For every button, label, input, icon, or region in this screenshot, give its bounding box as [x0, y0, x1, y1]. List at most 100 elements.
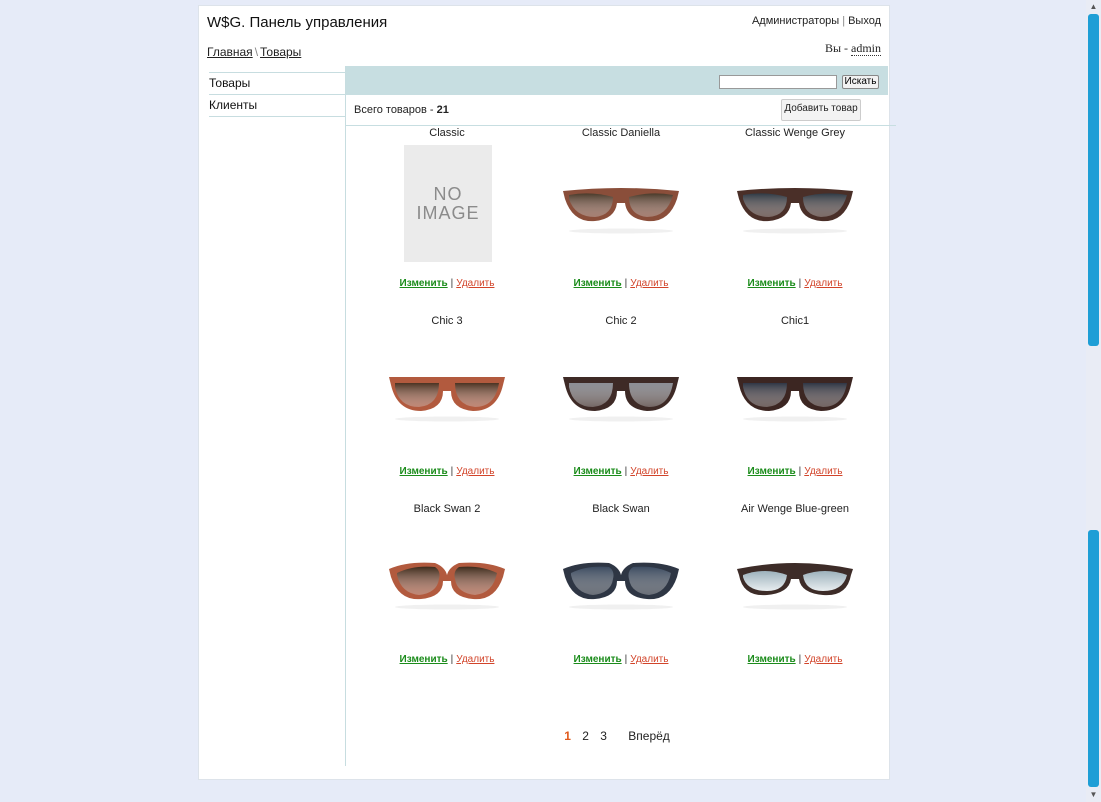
delete-link[interactable]: Удалить [630, 466, 668, 477]
top-links: Администраторы | Выход [752, 15, 881, 27]
search-button[interactable]: Искать [842, 75, 879, 89]
admins-link[interactable]: Администраторы [752, 15, 839, 27]
product-actions: Изменить | Удалить [708, 654, 882, 665]
edit-link[interactable]: Изменить [400, 466, 448, 477]
edit-link[interactable]: Изменить [748, 654, 796, 665]
delete-link[interactable]: Удалить [456, 278, 494, 289]
product-card: Black Swan Изменить | Удалить [534, 498, 708, 686]
product-card: Classic Wenge Grey Изменить | Удалить [708, 122, 882, 310]
no-image-text: NO [433, 184, 463, 204]
no-image-placeholder: NO IMAGE [404, 145, 492, 262]
sunglasses-image [389, 562, 505, 610]
product-actions: Изменить | Удалить [534, 466, 708, 477]
product-name: Classic [429, 127, 465, 139]
product-actions: Изменить | Удалить [360, 654, 534, 665]
actions-separator: | [624, 278, 628, 289]
edit-link[interactable]: Изменить [748, 278, 796, 289]
product-actions: Изменить | Удалить [360, 466, 534, 477]
delete-link[interactable]: Удалить [630, 278, 668, 289]
product-image [534, 145, 708, 270]
sunglasses-image [737, 377, 853, 422]
page-2[interactable]: 2 [582, 729, 589, 743]
user-info: Вы - admin [825, 41, 881, 56]
product-name: Classic Wenge Grey [744, 127, 846, 139]
actions-separator: | [798, 654, 802, 665]
total-count: 21 [436, 104, 449, 116]
product-name: Chic 3 [431, 315, 463, 327]
sunglasses-image [563, 188, 679, 234]
sunglasses-image [737, 563, 853, 610]
product-image [534, 333, 708, 458]
scroll-up-icon[interactable]: ▲ [1086, 0, 1101, 14]
breadcrumb-home[interactable]: Главная [207, 45, 253, 59]
edit-link[interactable]: Изменить [574, 654, 622, 665]
sidebar-item-clients[interactable]: Клиенты [209, 95, 345, 117]
edit-link[interactable]: Изменить [574, 278, 622, 289]
product-name: Black Swan 2 [413, 503, 481, 515]
product-image [534, 521, 708, 646]
edit-link[interactable]: Изменить [574, 466, 622, 477]
product-actions: Изменить | Удалить [534, 654, 708, 665]
scrollbar-thumb-lower[interactable] [1088, 530, 1099, 787]
product-card: Classic NO IMAGE Изменить | Удалить [360, 122, 534, 310]
page-3[interactable]: 3 [600, 729, 607, 743]
sunglasses-image [737, 188, 853, 234]
add-product-button[interactable]: Добавить товар [781, 99, 861, 121]
window-scrollbar[interactable]: ▲ ▼ [1086, 0, 1101, 802]
delete-link[interactable]: Удалить [456, 654, 494, 665]
edit-link[interactable]: Изменить [400, 278, 448, 289]
app-title: W$G. Панель управления [207, 14, 388, 31]
search-input[interactable] [719, 75, 837, 89]
product-card: Classic Daniella Изменить | Удалить [534, 122, 708, 310]
actions-separator: | [450, 278, 454, 289]
total-products: Всего товаров - 21 [354, 104, 449, 116]
page-1[interactable]: 1 [564, 729, 571, 743]
sunglasses-image [563, 377, 679, 422]
product-image [708, 145, 882, 270]
next-page-link[interactable]: Вперёд [628, 729, 670, 743]
sidebar-item-products[interactable]: Товары [209, 72, 345, 95]
delete-link[interactable]: Удалить [456, 466, 494, 477]
product-name: Black Swan [592, 503, 650, 515]
user-prefix: Вы - [824, 41, 851, 55]
actions-separator: | [798, 466, 802, 477]
product-image [708, 521, 882, 646]
actions-separator: | [450, 466, 454, 477]
product-card: Air Wenge Blue-green Изменить | Удалить [708, 498, 882, 686]
product-actions: Изменить | Удалить [360, 278, 534, 289]
delete-link[interactable]: Удалить [630, 654, 668, 665]
delete-link[interactable]: Удалить [804, 654, 842, 665]
edit-link[interactable]: Изменить [400, 654, 448, 665]
scroll-down-icon[interactable]: ▼ [1086, 788, 1101, 802]
logout-link[interactable]: Выход [848, 15, 881, 27]
product-name: Chic1 [780, 315, 810, 327]
product-card: Chic 2 Изменить | Удалить [534, 310, 708, 498]
breadcrumb-separator: \ [254, 45, 259, 59]
delete-link[interactable]: Удалить [804, 466, 842, 477]
breadcrumb-products[interactable]: Товары [260, 45, 301, 59]
header: W$G. Панель управления Администраторы | Вы… [199, 6, 889, 66]
actions-separator: | [624, 654, 628, 665]
user-name[interactable]: admin [851, 41, 881, 56]
product-image [708, 333, 882, 458]
actions-separator: | [450, 654, 454, 665]
breadcrumb: Главная \ Товары [207, 45, 301, 59]
actions-separator: | [624, 466, 628, 477]
main-content: Искать Всего товаров - 21 Добавить товар… [346, 66, 896, 778]
product-image: NO IMAGE [360, 145, 534, 270]
delete-link[interactable]: Удалить [804, 278, 842, 289]
product-card: Chic1 Изменить | Удалить [708, 310, 882, 498]
total-label: Всего товаров - [354, 104, 437, 116]
product-actions: Изменить | Удалить [708, 466, 882, 477]
scrollbar-thumb[interactable] [1088, 14, 1099, 346]
product-image [360, 333, 534, 458]
search-bar: Искать [346, 66, 888, 95]
no-image-text: IMAGE [416, 203, 480, 223]
product-name: Classic Daniella [581, 127, 661, 139]
sunglasses-image [563, 562, 679, 610]
pagination: 1 2 3 Вперёд [346, 729, 888, 743]
product-image [360, 521, 534, 646]
actions-separator: | [798, 278, 802, 289]
edit-link[interactable]: Изменить [748, 466, 796, 477]
product-name: Chic 2 [605, 315, 637, 327]
